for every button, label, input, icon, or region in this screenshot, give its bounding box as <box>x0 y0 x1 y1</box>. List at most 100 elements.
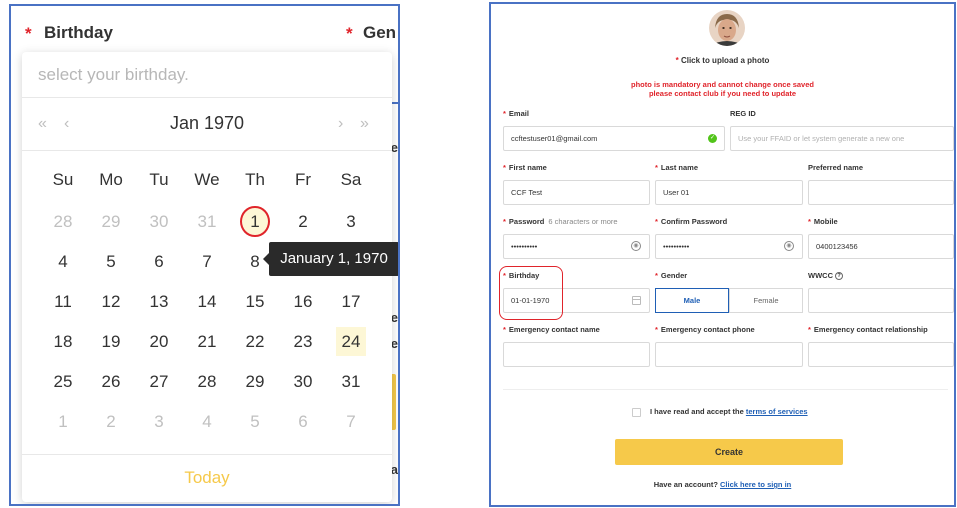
today-button[interactable]: Today <box>22 454 392 502</box>
birthday-input[interactable]: select your birthday. <box>22 52 392 98</box>
gender-female-option[interactable]: Female <box>729 288 803 313</box>
calendar-day[interactable]: 16 <box>279 287 327 317</box>
password-field[interactable]: •••••••••• ◉ <box>503 234 650 259</box>
email-value: ccftestuser01@gmail.com <box>511 134 598 143</box>
calendar-day[interactable]: 30 <box>135 207 183 237</box>
calendar-day[interactable]: 30 <box>279 367 327 397</box>
email-field[interactable]: ccftestuser01@gmail.com ✓ <box>503 126 725 151</box>
calendar-day[interactable]: 6 <box>135 247 183 277</box>
emergency-name-field[interactable] <box>503 342 650 367</box>
preferred-name-label: Preferred name <box>808 163 864 172</box>
eye-icon[interactable]: ◉ <box>631 241 641 251</box>
calendar-day[interactable]: 4 <box>183 407 231 437</box>
next-year-button[interactable]: » <box>360 115 369 133</box>
mobile-label: * Mobile <box>808 217 838 226</box>
calendar-day[interactable]: 6 <box>279 407 327 437</box>
last-name-field[interactable]: User 01 <box>655 180 803 205</box>
calendar-day[interactable]: 1 <box>39 407 87 437</box>
calendar-day[interactable]: 7 <box>327 407 375 437</box>
calendar-day-today[interactable]: 24 <box>327 327 375 357</box>
confirm-password-label: * Confirm Password <box>655 217 728 226</box>
gender-label: * Gender <box>655 271 688 280</box>
create-button[interactable]: Create <box>615 439 843 465</box>
calendar-day[interactable]: 2 <box>87 407 135 437</box>
calendar-day[interactable]: 25 <box>39 367 87 397</box>
calendar-day[interactable]: 11 <box>39 287 87 317</box>
terms-link[interactable]: terms of services <box>746 407 808 416</box>
regid-label: REG ID <box>730 109 756 118</box>
terms-label: I have read and accept the terms of serv… <box>650 407 808 416</box>
photo-warning-line1: photo is mandatory and cannot change onc… <box>631 80 814 89</box>
wwcc-field[interactable] <box>808 288 954 313</box>
weekday-label: We <box>194 170 220 189</box>
confirm-password-field[interactable]: •••••••••• ◉ <box>655 234 803 259</box>
emergency-relationship-field[interactable] <box>808 342 954 367</box>
calendar-day[interactable]: 29 <box>87 207 135 237</box>
calendar-day[interactable]: 13 <box>135 287 183 317</box>
regid-field[interactable]: Use your FFAID or let system generate a … <box>730 126 954 151</box>
calendar-day[interactable]: 5 <box>87 247 135 277</box>
weekday-label: Th <box>245 170 265 189</box>
regid-placeholder: Use your FFAID or let system generate a … <box>738 134 905 143</box>
next-month-button[interactable]: › <box>338 115 343 133</box>
profile-photo-icon <box>709 10 745 46</box>
calendar-day[interactable]: 14 <box>183 287 231 317</box>
date-picker-dropdown: select your birthday. « ‹ Jan 1970 › » S… <box>22 52 392 502</box>
weekday-header: Su Mo Tu We Th Fr Sa <box>39 170 375 190</box>
calendar-day[interactable]: 27 <box>135 367 183 397</box>
upload-photo-hint[interactable]: * Click to upload a photo <box>491 56 954 65</box>
weekday-label: Sa <box>340 170 362 189</box>
month-year-title[interactable]: Jan 1970 <box>22 113 392 134</box>
signin-link[interactable]: Click here to sign in <box>720 480 791 489</box>
eye-icon[interactable]: ◉ <box>784 241 794 251</box>
calendar-day[interactable]: 18 <box>39 327 87 357</box>
calendar-day[interactable]: 15 <box>231 287 279 317</box>
calendar-day[interactable]: 31 <box>327 367 375 397</box>
gender-male-option[interactable]: Male <box>655 288 729 313</box>
calendar-day[interactable]: 23 <box>279 327 327 357</box>
avatar[interactable] <box>709 10 745 46</box>
terms-checkbox[interactable] <box>632 408 641 417</box>
calendar-day[interactable]: 3 <box>327 207 375 237</box>
calendar-day[interactable]: 3 <box>135 407 183 437</box>
calendar-day[interactable]: 12 <box>87 287 135 317</box>
calendar-day[interactable]: 26 <box>87 367 135 397</box>
calendar-day[interactable]: 17 <box>327 287 375 317</box>
emergency-name-label: * Emergency contact name <box>503 325 600 334</box>
first-name-field[interactable]: CCF Test <box>503 180 650 205</box>
calendar-day-hovered[interactable]: 1 <box>231 206 279 237</box>
calendar-grid: 28 29 30 31 1 2 3 4 5 6 7 8 9 10 11 12 1… <box>39 202 375 442</box>
calendar-week: 25 26 27 28 29 30 31 <box>39 362 375 402</box>
emergency-phone-field[interactable] <box>655 342 803 367</box>
calendar-day[interactable]: 21 <box>183 327 231 357</box>
date-tooltip: January 1, 1970 <box>263 242 398 276</box>
upload-photo-text: Click to upload a photo <box>680 56 770 65</box>
calendar-day[interactable]: 31 <box>183 207 231 237</box>
mobile-field[interactable]: 0400123456 <box>808 234 954 259</box>
calendar-day[interactable]: 2 <box>279 207 327 237</box>
photo-warning-line2: please contact club if you need to updat… <box>648 89 797 98</box>
calendar-day[interactable]: 5 <box>231 407 279 437</box>
birthday-label: Birthday <box>44 23 113 42</box>
calendar-week: 28 29 30 31 1 2 3 <box>39 202 375 242</box>
preferred-name-field[interactable] <box>808 180 954 205</box>
emergency-phone-label: * Emergency contact phone <box>655 325 755 334</box>
field-label-row: * Birthday * Gen <box>11 6 398 52</box>
signup-form-panel: * Click to upload a photo photo is manda… <box>489 2 956 507</box>
annotation-highlight <box>499 266 563 320</box>
calendar-week: 18 19 20 21 22 23 24 <box>39 322 375 362</box>
help-icon[interactable]: ? <box>835 272 844 281</box>
confirm-password-value: •••••••••• <box>663 242 690 251</box>
calendar-day[interactable]: 22 <box>231 327 279 357</box>
password-value: •••••••••• <box>511 242 538 251</box>
calendar-day[interactable]: 28 <box>39 207 87 237</box>
calendar-day[interactable]: 4 <box>39 247 87 277</box>
calendar-day[interactable]: 20 <box>135 327 183 357</box>
calendar-day[interactable]: 29 <box>231 367 279 397</box>
calendar-icon <box>632 296 641 305</box>
calendar-day[interactable]: 19 <box>87 327 135 357</box>
signin-prompt: Have an account? Click here to sign in <box>653 480 792 489</box>
calendar-day[interactable]: 7 <box>183 247 231 277</box>
calendar-day[interactable]: 28 <box>183 367 231 397</box>
emergency-relationship-label: * Emergency contact relationship <box>808 325 928 334</box>
